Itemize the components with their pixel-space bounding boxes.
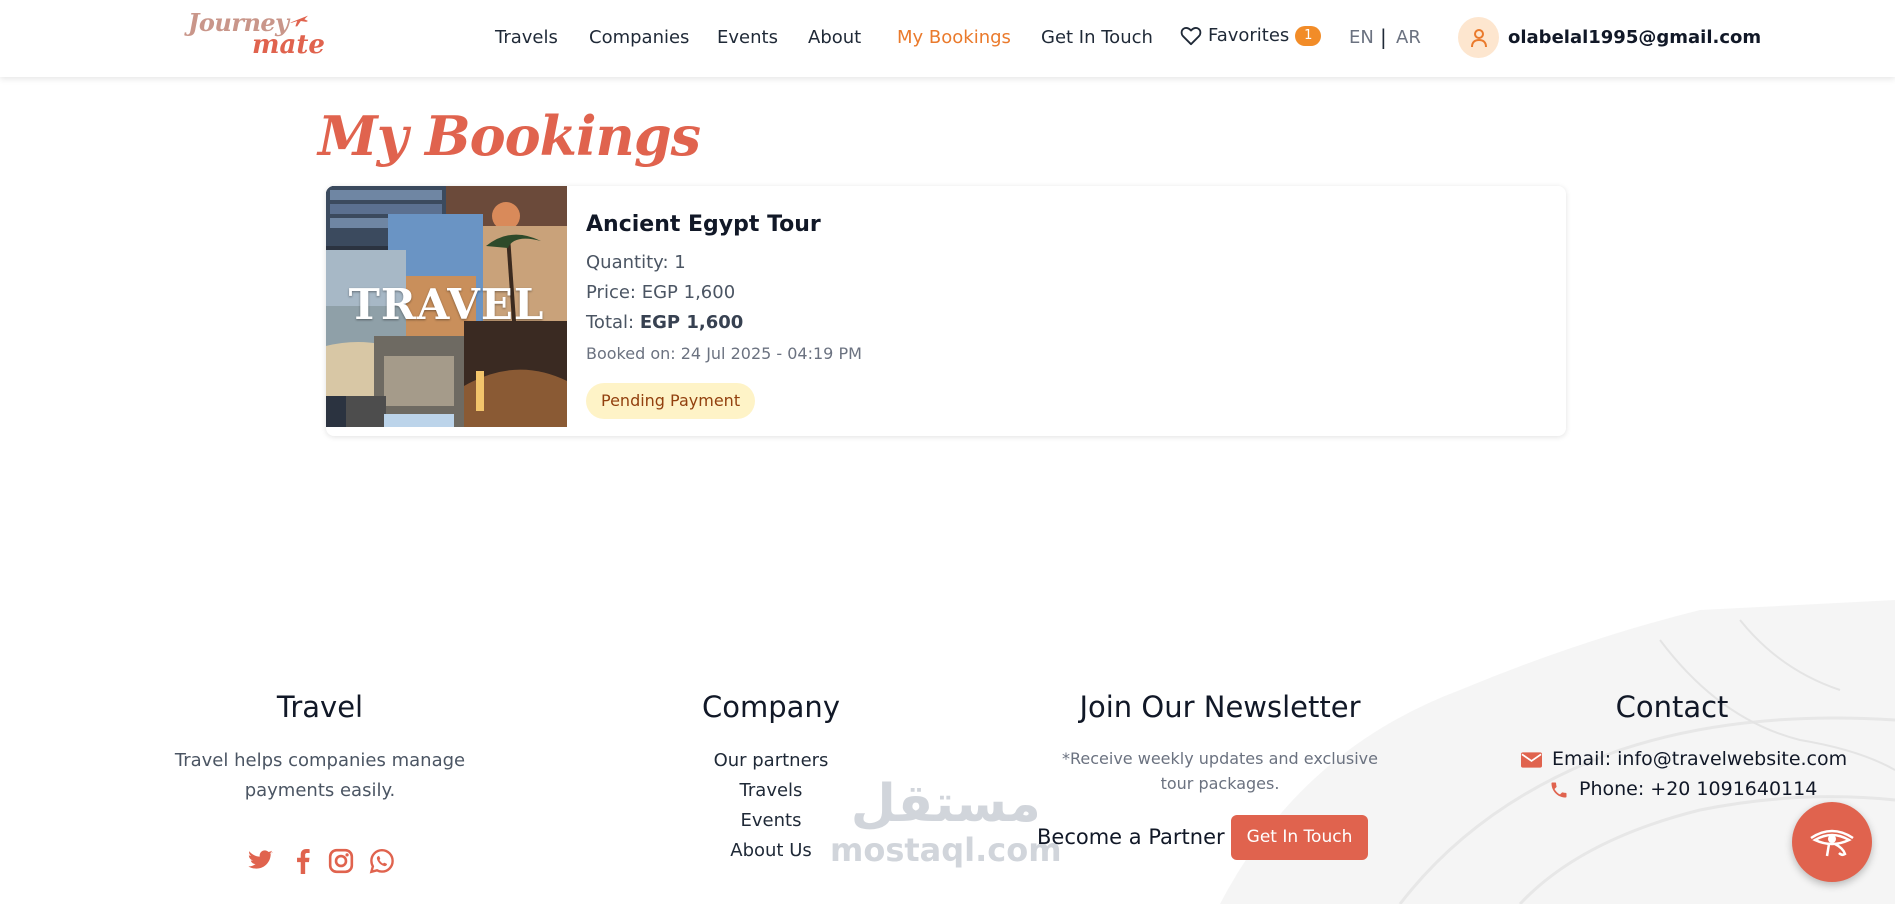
watermark-arabic: مستقل: [850, 774, 1041, 834]
user-avatar[interactable]: [1458, 17, 1499, 58]
whatsapp-icon[interactable]: [368, 848, 396, 874]
booking-total: Total: EGP 1,600: [586, 312, 743, 333]
price-label: Price:: [586, 282, 636, 303]
booking-image-text: TRAVEL: [348, 280, 545, 329]
contact-phone[interactable]: Phone: +20 1091640114: [1579, 778, 1817, 800]
journey-mate-logo[interactable]: Journey mate: [184, 8, 325, 60]
logo-text-mate: mate: [252, 30, 325, 60]
quantity-value: 1: [674, 252, 686, 273]
footer-contact: Contact: [1550, 690, 1794, 724]
favorites-label: Favorites: [1208, 25, 1290, 46]
footer-travel: Travel Travel helps companies manage pay…: [160, 690, 480, 806]
user-email[interactable]: olabelal1995@gmail.com: [1508, 27, 1761, 48]
footer-travel-text: Travel helps companies manage payments e…: [174, 750, 466, 801]
facebook-icon[interactable]: [289, 848, 317, 874]
newsletter-text: *Receive weekly updates and exclusive to…: [1062, 749, 1378, 793]
email-icon: [1521, 752, 1542, 768]
mostaql-watermark: مستقل mostaql.com: [830, 776, 1062, 868]
lang-en[interactable]: EN: [1349, 27, 1374, 48]
footer-newsletter: Join Our Newsletter: [1070, 690, 1370, 724]
user-icon: [1470, 28, 1487, 47]
nav-my-bookings[interactable]: My Bookings: [897, 27, 1011, 48]
lang-separator: |: [1380, 25, 1387, 49]
booking-card: TRAVEL Ancient Egypt Tour Quantity: 1 Pr…: [326, 186, 1566, 436]
lang-ar[interactable]: AR: [1396, 27, 1421, 48]
footer-company-title: Company: [702, 690, 840, 724]
quantity-label: Quantity:: [586, 252, 669, 273]
booking-title: Ancient Egypt Tour: [586, 212, 821, 237]
watermark-latin: mostaql.com: [830, 831, 1062, 869]
total-label: Total:: [586, 312, 635, 333]
nav-travels[interactable]: Travels: [495, 27, 558, 48]
nav-events[interactable]: Events: [717, 27, 778, 48]
eye-of-horus-icon: [1810, 829, 1854, 857]
favorites-count-badge: 1: [1295, 25, 1322, 46]
footer-link-our-partners[interactable]: Our partners: [651, 746, 891, 776]
footer-newsletter-title: Join Our Newsletter: [1079, 690, 1361, 724]
phone-icon: [1551, 782, 1567, 798]
booked-on-label: Booked on:: [586, 344, 676, 363]
booking-date: Booked on: 24 Jul 2025 - 04:19 PM: [586, 344, 862, 363]
footer-travel-title: Travel: [276, 690, 364, 724]
become-partner-label: Become a Partner: [1037, 825, 1225, 849]
airplane-icon: [290, 15, 308, 27]
top-navbar: Journey mate Travels Companies Events Ab…: [0, 0, 1895, 77]
get-in-touch-button[interactable]: Get In Touch: [1231, 815, 1368, 860]
nav-get-in-touch[interactable]: Get In Touch: [1041, 27, 1153, 48]
status-badge: Pending Payment: [586, 383, 756, 419]
nav-companies[interactable]: Companies: [589, 27, 689, 48]
instagram-icon[interactable]: [327, 848, 355, 874]
price-value: EGP 1,600: [641, 282, 736, 303]
footer-contact-title: Contact: [1615, 690, 1729, 724]
nav-about[interactable]: About: [808, 27, 861, 48]
twitter-icon[interactable]: [247, 848, 275, 874]
eye-of-horus-chat-button[interactable]: [1792, 802, 1872, 882]
favorites-link[interactable]: Favorites 1: [1180, 25, 1322, 46]
page-title: My Bookings: [318, 104, 701, 168]
booking-price: Price: EGP 1,600: [586, 282, 735, 303]
contact-email[interactable]: Email: info@travelwebsite.com: [1552, 748, 1847, 770]
heart-icon: [1180, 26, 1202, 45]
booking-quantity: Quantity: 1: [586, 252, 686, 273]
total-value: EGP 1,600: [639, 312, 744, 333]
booked-on-value: 24 Jul 2025 - 04:19 PM: [680, 344, 862, 363]
booking-image: TRAVEL: [326, 186, 567, 427]
